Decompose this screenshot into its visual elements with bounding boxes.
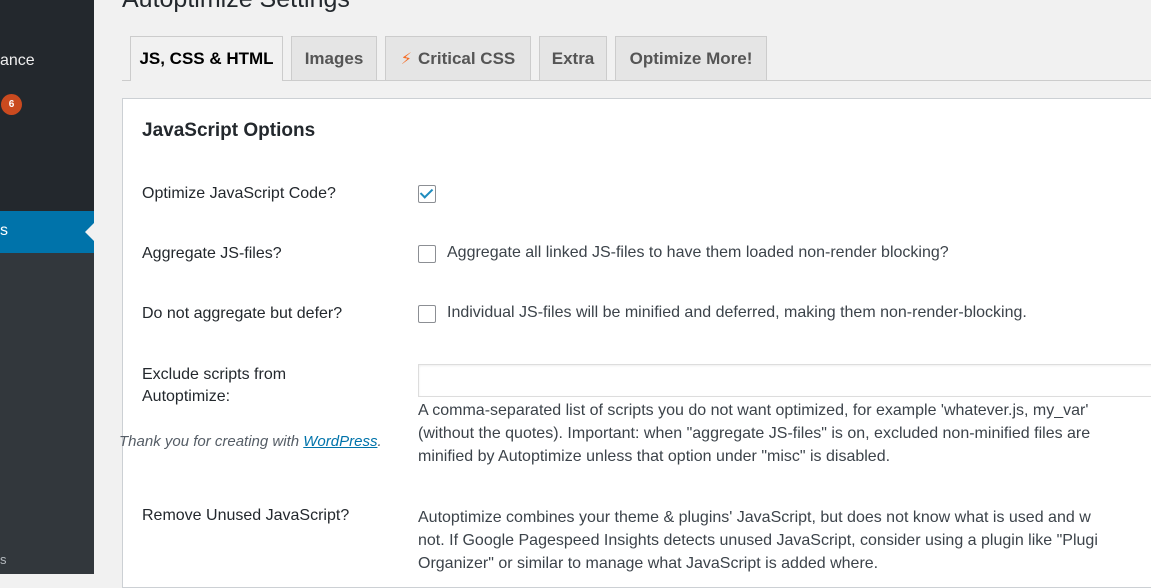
footer-thanks-suffix: .: [377, 433, 382, 450]
exclude-scripts-label-line1: Exclude scripts from: [142, 366, 287, 383]
defer-js-description: Individual JS-files will be minified and…: [447, 304, 1027, 321]
section-title: JavaScript Options: [142, 120, 316, 141]
checkmark-icon: [419, 185, 434, 199]
tab-images[interactable]: Images: [291, 36, 377, 80]
exclude-scripts-input[interactable]: [418, 364, 1151, 397]
admin-sidebar: ance 6 s s: [0, 0, 94, 574]
defer-js-label: Do not aggregate but defer?: [142, 305, 343, 322]
sidebar-item-bottom[interactable]: s: [0, 552, 7, 567]
tab-label: JS, CSS & HTML: [139, 49, 274, 68]
optimize-js-label: Optimize JavaScript Code?: [142, 185, 336, 202]
sidebar-item-label: s: [0, 222, 8, 239]
tab-js-css-html[interactable]: JS, CSS & HTML: [130, 36, 283, 81]
exclude-scripts-label-line2: Autoptimize:: [142, 388, 231, 405]
optimize-js-checkbox[interactable]: [418, 185, 436, 203]
defer-js-checkbox[interactable]: [418, 305, 436, 323]
exclude-description-line3: minified by Autoptimize unless that opti…: [418, 448, 891, 465]
sidebar-item-settings-active[interactable]: s: [0, 211, 94, 253]
aggregate-js-description: Aggregate all linked JS-files to have th…: [447, 244, 949, 261]
tab-extra[interactable]: Extra: [539, 36, 607, 80]
tab-label: Optimize More!: [629, 49, 753, 68]
unused-js-description-line1: Autoptimize combines your theme & plugin…: [418, 509, 1091, 526]
unused-js-description-line3: Organizer" or similar to manage what Jav…: [418, 555, 879, 572]
active-pointer-icon: [85, 223, 94, 241]
aggregate-js-label: Aggregate JS-files?: [142, 245, 282, 262]
tab-label: Extra: [551, 49, 595, 68]
page-title: Autoptimize Settings: [122, 0, 350, 14]
aggregate-js-checkbox[interactable]: [418, 245, 436, 263]
unused-js-description-line2: not. If Google Pagespeed Insights detect…: [418, 532, 1098, 549]
tab-label: Critical CSS: [417, 49, 516, 68]
updates-badge: 6: [1, 94, 22, 115]
javascript-options-panel: JavaScript Options Optimize JavaScript C…: [122, 98, 1151, 588]
footer-thanks-text: Thank you for creating with: [119, 433, 304, 450]
exclude-description-line1: A comma-separated list of scripts you do…: [418, 402, 1089, 419]
tab-optimize-more[interactable]: Optimize More!: [615, 36, 767, 80]
wordpress-link[interactable]: WordPress: [303, 433, 377, 450]
sidebar-item-appearance[interactable]: ance: [0, 52, 35, 70]
tab-label: Images: [304, 49, 364, 68]
footer-thanks: Thank you for creating with WordPress.: [119, 433, 382, 450]
sidebar-submenu: [0, 253, 94, 574]
tab-critical-css[interactable]: ⚡ Critical CSS: [385, 36, 531, 80]
remove-unused-js-label: Remove Unused JavaScript?: [142, 507, 350, 524]
lightning-bolt-icon: ⚡: [400, 51, 412, 68]
exclude-description-line2: (without the quotes). Important: when "a…: [418, 425, 1091, 442]
